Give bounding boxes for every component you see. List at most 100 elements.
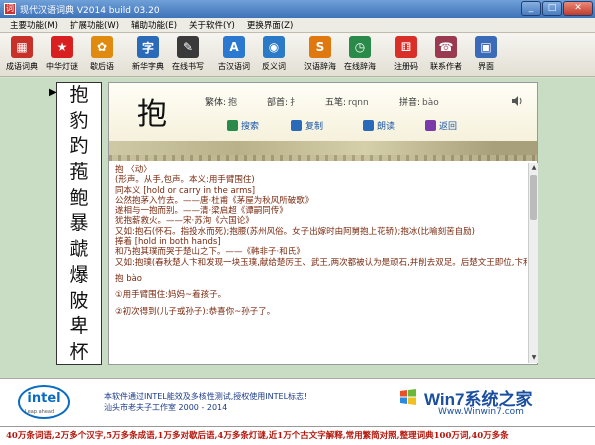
definition-sense: ①用手臂围住:妈妈~着孩子。 bbox=[115, 290, 227, 301]
character-list-item[interactable]: 陂 bbox=[57, 289, 101, 315]
toolbar-label: 新华字典 bbox=[132, 62, 164, 71]
definition-scrollbar[interactable]: ▲ ▼ bbox=[528, 163, 538, 363]
scroll-down-icon[interactable]: ▼ bbox=[529, 353, 539, 363]
character-list-item[interactable]: 抱 bbox=[57, 83, 101, 109]
toolbar-button-globe[interactable]: ◉ 反义词 bbox=[254, 33, 294, 77]
speaker-icon[interactable] bbox=[511, 95, 523, 107]
read-aloud-button[interactable]: 朗读 bbox=[363, 119, 395, 132]
app-icon: 词 bbox=[4, 3, 16, 15]
windows-logo-icon bbox=[400, 389, 416, 405]
footer: intel Leap ahead 本软件通过INTEL能效及多核性测试,授权使用I… bbox=[0, 378, 595, 426]
toolbar-button-display[interactable]: ▣ 界面 bbox=[466, 33, 506, 77]
toolbar-label: 界面 bbox=[478, 62, 494, 71]
intel-logo: intel Leap ahead bbox=[18, 385, 70, 419]
contact-icon: ☎ bbox=[435, 36, 457, 58]
toolbar-button-dice[interactable]: ⚅ 注册码 bbox=[386, 33, 426, 77]
definition-line: 又如:抱石(怀石。指投水而死);抱腰(苏州风俗。女子出嫁时由阿舅抱上花轿);抱冰… bbox=[115, 226, 475, 237]
character-list-item[interactable]: 爆 bbox=[57, 263, 101, 289]
scroll-thumb[interactable] bbox=[530, 175, 537, 220]
definition-line: 抱 〈动〉 bbox=[115, 165, 152, 175]
character-list-item[interactable]: 豹 bbox=[57, 109, 101, 135]
definition-line: 遂相与一抱而别。——清·梁启超《谭嗣同传》 bbox=[115, 206, 288, 217]
menu-bar: 主要功能(M) 扩展功能(W) 辅助功能(E) 关于软件(Y) 更换界面(Z) bbox=[0, 18, 595, 33]
copy-icon bbox=[291, 120, 302, 131]
toolbar: ▦ 成语词典 ★ 中华灯谜 ✿ 歇后语 字新华字典 ✎ 在线书写 A 古汉语词 ◉ 反义词 S 汉语辞海 ◷ 在… bbox=[0, 33, 595, 77]
definition-subhead: 抱 bào bbox=[115, 273, 143, 284]
toolbar-label: 反义词 bbox=[262, 62, 286, 71]
toolbar-button-s[interactable]: S 汉语辞海 bbox=[300, 33, 340, 77]
back-button[interactable]: 返回 bbox=[425, 119, 457, 132]
toolbar-button-clock[interactable]: ◷ 在线辞海 bbox=[340, 33, 380, 77]
copy-button[interactable]: 复制 bbox=[291, 119, 323, 132]
definition-line: (形声。从手,包声。本义:用手臂围住) bbox=[115, 175, 255, 186]
menu-main[interactable]: 主要功能(M) bbox=[10, 19, 58, 31]
toolbar-label: 汉语辞海 bbox=[304, 62, 336, 71]
toolbar-label: 在线辞海 bbox=[344, 62, 376, 71]
footer-text: 本软件通过INTEL能效及多核性测试,授权使用INTEL标志! 汕头市老夫子工作… bbox=[104, 391, 307, 413]
maximize-button[interactable]: □ bbox=[542, 1, 562, 16]
pinyin: 拼音: bào bbox=[399, 98, 439, 108]
character-list-item[interactable]: 杯 bbox=[57, 340, 101, 366]
character-list-item[interactable]: 菢 bbox=[57, 160, 101, 186]
definition-line: 同本义 [hold or carry in the arms] bbox=[115, 185, 256, 196]
scroll-up-icon[interactable]: ▲ bbox=[529, 163, 539, 173]
minimize-button[interactable]: _ bbox=[521, 1, 541, 16]
selection-pointer-icon: ▶ bbox=[49, 87, 57, 98]
character-list-item[interactable]: 鲍 bbox=[57, 186, 101, 212]
menu-extended[interactable]: 扩展功能(W) bbox=[70, 19, 119, 31]
search-button[interactable]: 搜索 bbox=[227, 119, 259, 132]
menu-skin[interactable]: 更换界面(Z) bbox=[247, 19, 293, 31]
definition-line: 犹抱薪救火。——宋·苏洵《六国论》 bbox=[115, 216, 254, 227]
wubi-code: 五笔: rqnn bbox=[325, 98, 369, 108]
toolbar-button-contact[interactable]: ☎ 联系作者 bbox=[426, 33, 466, 77]
definition-line: 又如:抱璞(春秋楚人卞和发现一块玉璞,献给楚厉王、武王,两次都被认为是顽石,并削… bbox=[115, 257, 527, 268]
toolbar-button-star[interactable]: ★ 中华灯谜 bbox=[42, 33, 82, 77]
radical: 部首: 扌 bbox=[267, 98, 300, 108]
entry-character: 抱 bbox=[137, 97, 167, 132]
toolbar-button-pen[interactable]: ✎ 在线书写 bbox=[168, 33, 208, 77]
traditional-form: 繁体: 抱 bbox=[205, 98, 238, 108]
pen-icon: ✎ bbox=[177, 36, 199, 58]
menu-auxiliary[interactable]: 辅助功能(E) bbox=[131, 19, 177, 31]
search-icon bbox=[227, 120, 238, 131]
toolbar-label: 古汉语词 bbox=[218, 62, 250, 71]
toolbar-button-grid[interactable]: ▦ 成语词典 bbox=[2, 33, 42, 77]
definition-line: 公然抱茅入竹去。——唐·杜甫《茅屋为秋风所破歌》 bbox=[115, 195, 314, 206]
flower-icon: ✿ bbox=[91, 36, 113, 58]
back-icon bbox=[425, 120, 436, 131]
toolbar-label: 在线书写 bbox=[172, 62, 204, 71]
s-icon: S bbox=[309, 36, 331, 58]
menu-about[interactable]: 关于软件(Y) bbox=[189, 19, 235, 31]
definition-sense: ②初次得到(儿子或孙子):恭喜你~孙子了。 bbox=[115, 306, 276, 317]
entry-header: 抱 繁体: 抱 部首: 扌 五笔: rqnn 拼音: bào 搜索 复制 朗读 返回 bbox=[109, 83, 537, 141]
a-circle-icon: A bbox=[223, 36, 245, 58]
book-icon: 字 bbox=[137, 36, 159, 58]
footer-line-2: 汕头市老夫子工作室 2000 - 2014 bbox=[104, 403, 228, 412]
entry-panel: 抱 繁体: 抱 部首: 扌 五笔: rqnn 拼音: bào 搜索 复制 朗读 返回 抱… bbox=[108, 82, 538, 365]
toolbar-label: 成语词典 bbox=[6, 62, 38, 71]
character-list-item[interactable]: 趵 bbox=[57, 134, 101, 160]
star-icon: ★ bbox=[51, 36, 73, 58]
definition-line: 捧着 [hold in both hands] bbox=[115, 237, 221, 248]
clock-icon: ◷ bbox=[349, 36, 371, 58]
grid-icon: ▦ bbox=[11, 36, 33, 58]
globe-icon: ◉ bbox=[263, 36, 285, 58]
definition-text: 抱 〈动〉 (形声。从手,包声。本义:用手臂围住) 同本义 [hold or car… bbox=[109, 163, 527, 363]
stats-ticker: 40万条词语,2万多个汉字,5万多条成语,1万多对歇后语,4万多条灯谜,近1万个… bbox=[0, 426, 595, 445]
character-list-item[interactable]: 虣 bbox=[57, 237, 101, 263]
landscape-banner bbox=[109, 141, 537, 161]
close-button[interactable]: ✕ bbox=[563, 1, 593, 16]
toolbar-label: 歇后语 bbox=[90, 62, 114, 71]
toolbar-button-a-circle[interactable]: A 古汉语词 bbox=[214, 33, 254, 77]
title-bar: 词 现代汉语词典 V2014 build 03.20 _ □ ✕ bbox=[0, 0, 595, 18]
toolbar-button-flower[interactable]: ✿ 歇后语 bbox=[82, 33, 122, 77]
read-icon bbox=[363, 120, 374, 131]
character-list-item[interactable]: 卑 bbox=[57, 314, 101, 340]
footer-line-1: 本软件通过INTEL能效及多核性测试,授权使用INTEL标志! bbox=[104, 392, 308, 401]
toolbar-label: 注册码 bbox=[394, 62, 418, 71]
character-list[interactable]: ▶ 抱豹趵菢鲍暴虣爆陂卑杯 bbox=[49, 82, 102, 366]
character-list-item[interactable]: 暴 bbox=[57, 211, 101, 237]
dice-icon: ⚅ bbox=[395, 36, 417, 58]
toolbar-button-book[interactable]: 字新华字典 bbox=[128, 33, 168, 77]
display-icon: ▣ bbox=[475, 36, 497, 58]
